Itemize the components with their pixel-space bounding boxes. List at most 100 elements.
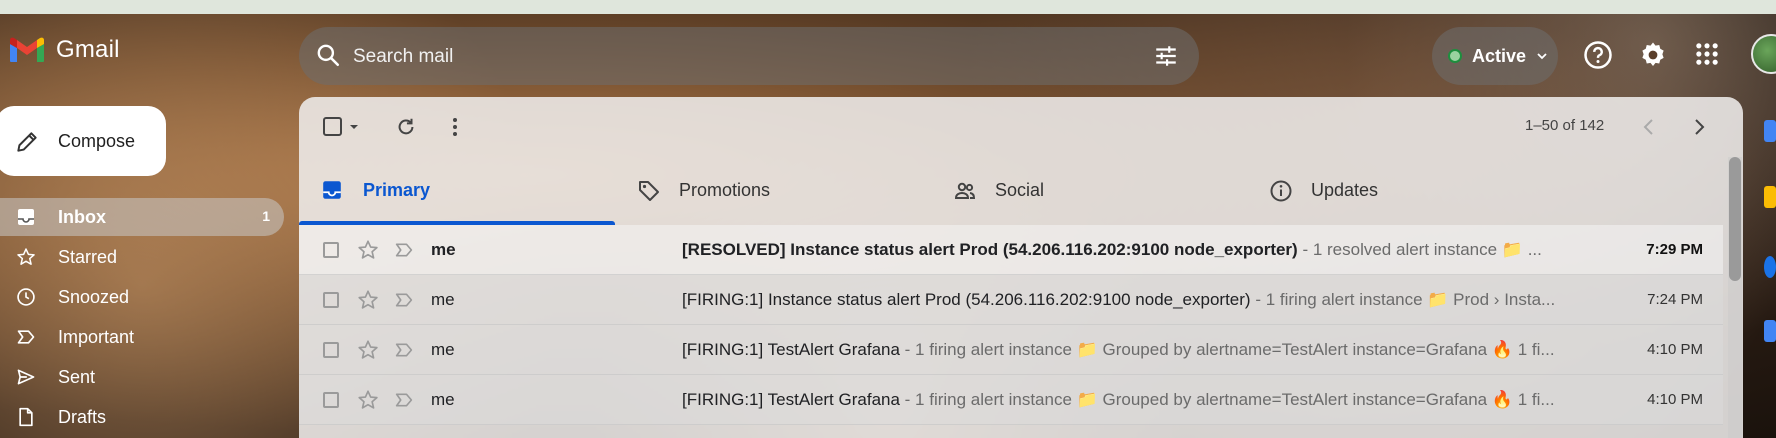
tab-social[interactable]: Social (931, 155, 1247, 225)
search-icon[interactable] (315, 42, 341, 73)
email-subject-line: [FIRING:1] Instance status alert Prod (5… (682, 290, 1590, 310)
email-list: me [RESOLVED] Instance status alert Prod… (299, 225, 1723, 425)
chevron-down-icon (1536, 49, 1548, 67)
email-time: 7:24 PM (1647, 291, 1703, 308)
refresh-icon[interactable] (395, 116, 417, 143)
email-subject: [FIRING:1] TestAlert Grafana (682, 340, 900, 359)
contacts-addon-icon[interactable] (1764, 320, 1776, 342)
compose-label: Compose (58, 131, 136, 151)
inbox-icon (321, 179, 343, 206)
email-time: 4:10 PM (1647, 391, 1703, 408)
email-sender: me (431, 240, 456, 259)
email-subject-line: [RESOLVED] Instance status alert Prod (5… (682, 240, 1590, 260)
status-selector[interactable]: Active (1432, 27, 1558, 85)
star-icon (16, 247, 36, 272)
tab-label: Primary (363, 180, 431, 200)
email-sender: me (431, 340, 455, 359)
category-tabs: Primary Promotions Social Updates (299, 155, 1743, 225)
apps-grid-icon[interactable] (1693, 40, 1721, 73)
email-subject-line: [FIRING:1] TestAlert Grafana - 1 firing … (682, 340, 1590, 360)
star-icon[interactable] (357, 239, 379, 266)
send-icon (16, 367, 36, 392)
keep-addon-icon[interactable] (1764, 186, 1776, 208)
help-icon[interactable] (1583, 40, 1613, 75)
important-marker-icon[interactable] (394, 241, 414, 264)
mail-list-scrollbar[interactable] (1728, 157, 1742, 438)
star-icon[interactable] (357, 289, 379, 316)
status-dot-icon (1448, 49, 1462, 63)
email-snippet: - 1 firing alert instance 📁 Grouped by a… (899, 340, 1555, 359)
gmail-m-icon (10, 37, 44, 62)
unread-count-badge: 1 (262, 208, 270, 224)
tab-label: Promotions (679, 180, 771, 200)
row-checkbox[interactable] (323, 342, 339, 358)
sidebar-item-sent[interactable]: Sent (0, 358, 284, 396)
draft-icon (16, 407, 36, 432)
email-subject: [RESOLVED] Instance status alert Prod (5… (682, 240, 1298, 259)
important-marker-icon[interactable] (394, 391, 414, 414)
tab-label: Social (995, 180, 1045, 200)
calendar-addon-icon[interactable] (1764, 120, 1776, 142)
sidebar-item-label: Snoozed (58, 287, 130, 307)
mail-list-pane: 1–50 of 142 Primary Promotions Social Up… (299, 97, 1743, 438)
email-snippet: - 1 firing alert instance 📁 Prod › Insta… (1250, 290, 1556, 309)
clock-icon (16, 287, 36, 312)
tab-updates[interactable]: Updates (1247, 155, 1563, 225)
settings-gear-icon[interactable] (1638, 40, 1668, 75)
sidebar-item-label: Drafts (58, 407, 107, 427)
row-checkbox[interactable] (323, 292, 339, 308)
info-icon (1269, 179, 1293, 208)
search-input[interactable]: Search mail (353, 46, 453, 68)
people-icon (953, 179, 977, 208)
email-row[interactable]: me [FIRING:1] Instance status alert Prod… (299, 275, 1723, 325)
sidebar-item-important[interactable]: Important (0, 318, 284, 356)
email-subject: [FIRING:1] TestAlert Grafana (682, 390, 900, 409)
tab-promotions[interactable]: Promotions (615, 155, 931, 225)
tasks-addon-icon[interactable] (1764, 256, 1776, 278)
email-row[interactable]: me [FIRING:1] TestAlert Grafana - 1 firi… (299, 375, 1723, 425)
gmail-logo-text: Gmail (56, 36, 120, 63)
email-time: 4:10 PM (1647, 341, 1703, 358)
tab-primary[interactable]: Primary (299, 155, 615, 225)
important-icon (16, 327, 36, 352)
pencil-icon (14, 129, 40, 160)
sidebar-item-snoozed[interactable]: Snoozed (0, 278, 284, 316)
sidebar-item-starred[interactable]: Starred (0, 238, 284, 276)
email-snippet: - 1 resolved alert instance 📁 ... (1297, 240, 1542, 259)
next-page-chevron-right-icon[interactable] (1689, 116, 1709, 143)
sidebar-item-inbox[interactable]: Inbox 1 (0, 198, 284, 236)
select-all-checkbox[interactable] (323, 116, 363, 143)
email-time: 7:29 PM (1646, 241, 1703, 258)
more-options-icon[interactable] (445, 116, 465, 143)
status-label: Active (1472, 46, 1527, 66)
search-bar[interactable]: Search mail (299, 27, 1199, 85)
row-checkbox[interactable] (323, 392, 339, 408)
email-row[interactable]: me [FIRING:1] TestAlert Grafana - 1 firi… (299, 325, 1723, 375)
pagination-range: 1–50 of 142 (1525, 117, 1605, 134)
tag-icon (637, 179, 661, 208)
row-checkbox[interactable] (323, 242, 339, 258)
side-panel-strip (1760, 110, 1776, 438)
email-subject-line: [FIRING:1] TestAlert Grafana - 1 firing … (682, 390, 1590, 410)
scrollbar-thumb[interactable] (1729, 157, 1741, 281)
email-row[interactable]: me [RESOLVED] Instance status alert Prod… (299, 225, 1723, 275)
important-marker-icon[interactable] (394, 291, 414, 314)
tab-label: Updates (1311, 180, 1379, 200)
star-icon[interactable] (357, 389, 379, 416)
sidebar-item-label: Starred (58, 247, 118, 267)
important-marker-icon[interactable] (394, 341, 414, 364)
sidebar-item-label: Sent (58, 367, 96, 387)
search-options-tune-icon[interactable] (1153, 43, 1179, 74)
browser-bookmarks-strip (0, 0, 1776, 14)
email-subject: [FIRING:1] Instance status alert Prod (5… (682, 290, 1251, 309)
email-sender: me (431, 390, 455, 409)
email-snippet: - 1 firing alert instance 📁 Grouped by a… (899, 390, 1555, 409)
compose-button[interactable]: Compose (0, 106, 166, 176)
sidebar-item-label: Important (58, 327, 135, 347)
star-icon[interactable] (357, 339, 379, 366)
email-sender: me (431, 290, 455, 309)
gmail-logo[interactable]: Gmail (8, 36, 120, 64)
sidebar-item-drafts[interactable]: Drafts (0, 398, 284, 436)
inbox-icon (16, 207, 36, 232)
prev-page-chevron-left-icon[interactable] (1639, 116, 1659, 143)
